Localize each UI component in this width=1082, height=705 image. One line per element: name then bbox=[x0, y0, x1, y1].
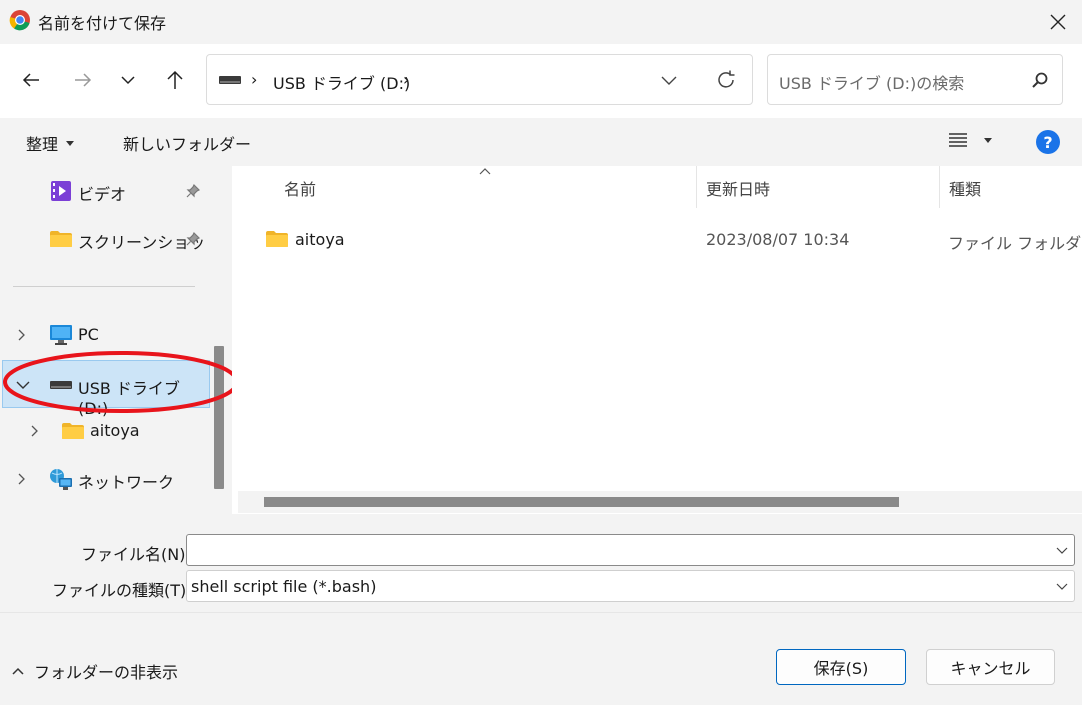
hide-folders-button[interactable]: フォルダーの非表示 bbox=[12, 659, 178, 683]
arrow-left-icon bbox=[22, 73, 39, 87]
save-button[interactable]: 保存(S) bbox=[776, 649, 906, 685]
column-header-modified[interactable]: 更新日時 bbox=[706, 176, 770, 200]
organize-button[interactable]: 整理 bbox=[26, 131, 75, 155]
sort-ascending-icon bbox=[479, 168, 491, 175]
chevron-down-icon[interactable] bbox=[1056, 547, 1068, 554]
refresh-button[interactable] bbox=[715, 69, 737, 91]
chevron-down-icon[interactable] bbox=[1056, 583, 1068, 590]
filename-label: ファイル名(N): bbox=[81, 545, 191, 564]
folder-icon bbox=[50, 231, 72, 247]
sidebar-item-label: ネットワーク bbox=[78, 473, 175, 492]
sidebar-item-videos[interactable]: ビデオ bbox=[0, 168, 210, 214]
caret-down-icon bbox=[984, 137, 992, 143]
file-name: aitoya bbox=[295, 230, 345, 249]
window-title: 名前を付けて保存 bbox=[38, 14, 167, 33]
chevron-down-icon bbox=[121, 75, 135, 84]
close-button[interactable] bbox=[1038, 2, 1078, 42]
refresh-icon bbox=[718, 70, 735, 88]
column-separator[interactable] bbox=[939, 166, 940, 208]
address-history-button[interactable] bbox=[659, 73, 679, 87]
video-icon bbox=[51, 181, 71, 201]
recent-locations-button[interactable] bbox=[109, 61, 147, 99]
back-button[interactable] bbox=[12, 61, 50, 99]
title-bar: 名前を付けて保存 bbox=[0, 0, 1082, 44]
pin-icon[interactable] bbox=[186, 232, 200, 246]
pin-icon[interactable] bbox=[186, 184, 200, 198]
view-options-button[interactable] bbox=[948, 132, 992, 148]
search-box[interactable]: USB ドライブ (D:)の検索 bbox=[767, 54, 1063, 105]
sidebar-item-screenshots[interactable]: スクリーンショッ bbox=[0, 216, 210, 262]
chevron-right-icon[interactable] bbox=[31, 425, 39, 437]
navigation-bar: › USB ドライブ (D:) › USB ドライブ (D:)の検索 bbox=[0, 44, 1082, 118]
horizontal-scrollbar[interactable] bbox=[264, 497, 899, 507]
new-folder-label: 新しいフォルダー bbox=[123, 135, 252, 154]
network-icon bbox=[50, 469, 72, 490]
close-icon bbox=[1050, 14, 1066, 30]
column-header-type[interactable]: 種類 bbox=[949, 176, 981, 200]
sidebar-item-label: ビデオ bbox=[78, 185, 127, 204]
filename-input[interactable] bbox=[186, 534, 1075, 566]
save-options-panel: ファイル名(N): ファイルの種類(T): shell script file … bbox=[0, 514, 1082, 705]
table-row[interactable]: aitoya 2023/08/07 10:34 ファイル フォルダー bbox=[232, 218, 1082, 262]
column-header-name[interactable]: 名前 bbox=[284, 176, 316, 200]
filetype-value: shell script file (*.bash) bbox=[191, 577, 377, 596]
cancel-label: キャンセル bbox=[950, 659, 1031, 678]
svg-text:?: ? bbox=[1043, 133, 1052, 152]
drive-icon bbox=[219, 76, 241, 84]
sidebar-item-network[interactable]: ネットワーク bbox=[0, 456, 210, 502]
sidebar-divider bbox=[13, 286, 195, 287]
sidebar-item-label: aitoya bbox=[90, 421, 140, 440]
search-icon[interactable] bbox=[1032, 72, 1048, 88]
pc-icon bbox=[50, 325, 72, 345]
file-modified: 2023/08/07 10:34 bbox=[706, 230, 850, 249]
column-separator[interactable] bbox=[696, 166, 697, 208]
breadcrumb-separator: › bbox=[251, 70, 258, 89]
chevron-right-icon[interactable] bbox=[18, 329, 26, 341]
navigation-pane: ビデオ スクリーンショッ PC USB ドライブ (D:) aitoya ネット… bbox=[0, 166, 232, 514]
divider bbox=[0, 612, 1082, 613]
list-view-icon bbox=[949, 133, 967, 147]
chevron-up-icon bbox=[12, 667, 24, 675]
cancel-button[interactable]: キャンセル bbox=[926, 649, 1055, 685]
help-icon: ? bbox=[1036, 130, 1060, 154]
chrome-icon bbox=[9, 10, 30, 31]
arrow-right-icon bbox=[75, 73, 92, 87]
filetype-select[interactable]: shell script file (*.bash) bbox=[186, 570, 1075, 602]
file-list: 名前 更新日時 種類 aitoya 2023/08/07 10:34 ファイル … bbox=[232, 166, 1082, 514]
file-type: ファイル フォルダー bbox=[948, 234, 1082, 253]
forward-button[interactable] bbox=[64, 61, 102, 99]
search-placeholder: USB ドライブ (D:)の検索 bbox=[779, 74, 965, 93]
new-folder-button[interactable]: 新しいフォルダー bbox=[123, 131, 251, 155]
filetype-label: ファイルの種類(T): bbox=[52, 581, 192, 600]
up-button[interactable] bbox=[156, 61, 194, 99]
breadcrumb-separator: › bbox=[403, 70, 410, 89]
hide-folders-label: フォルダーの非表示 bbox=[34, 663, 179, 682]
chevron-right-icon[interactable] bbox=[18, 473, 26, 485]
annotation-circle bbox=[3, 351, 232, 413]
command-bar: 整理 新しいフォルダー ? bbox=[0, 118, 1082, 166]
folder-icon bbox=[62, 423, 84, 439]
breadcrumb-item[interactable]: USB ドライブ (D:) bbox=[273, 70, 410, 94]
organize-label: 整理 bbox=[26, 135, 59, 154]
sidebar-item-label: PC bbox=[78, 325, 99, 344]
chevron-down-icon bbox=[661, 76, 677, 85]
arrow-up-icon bbox=[167, 70, 183, 89]
help-button[interactable]: ? bbox=[1035, 129, 1061, 155]
folder-icon bbox=[266, 231, 288, 247]
caret-down-icon bbox=[66, 140, 75, 146]
address-bar[interactable]: › USB ドライブ (D:) › bbox=[206, 54, 753, 105]
save-label: 保存(S) bbox=[813, 659, 869, 678]
